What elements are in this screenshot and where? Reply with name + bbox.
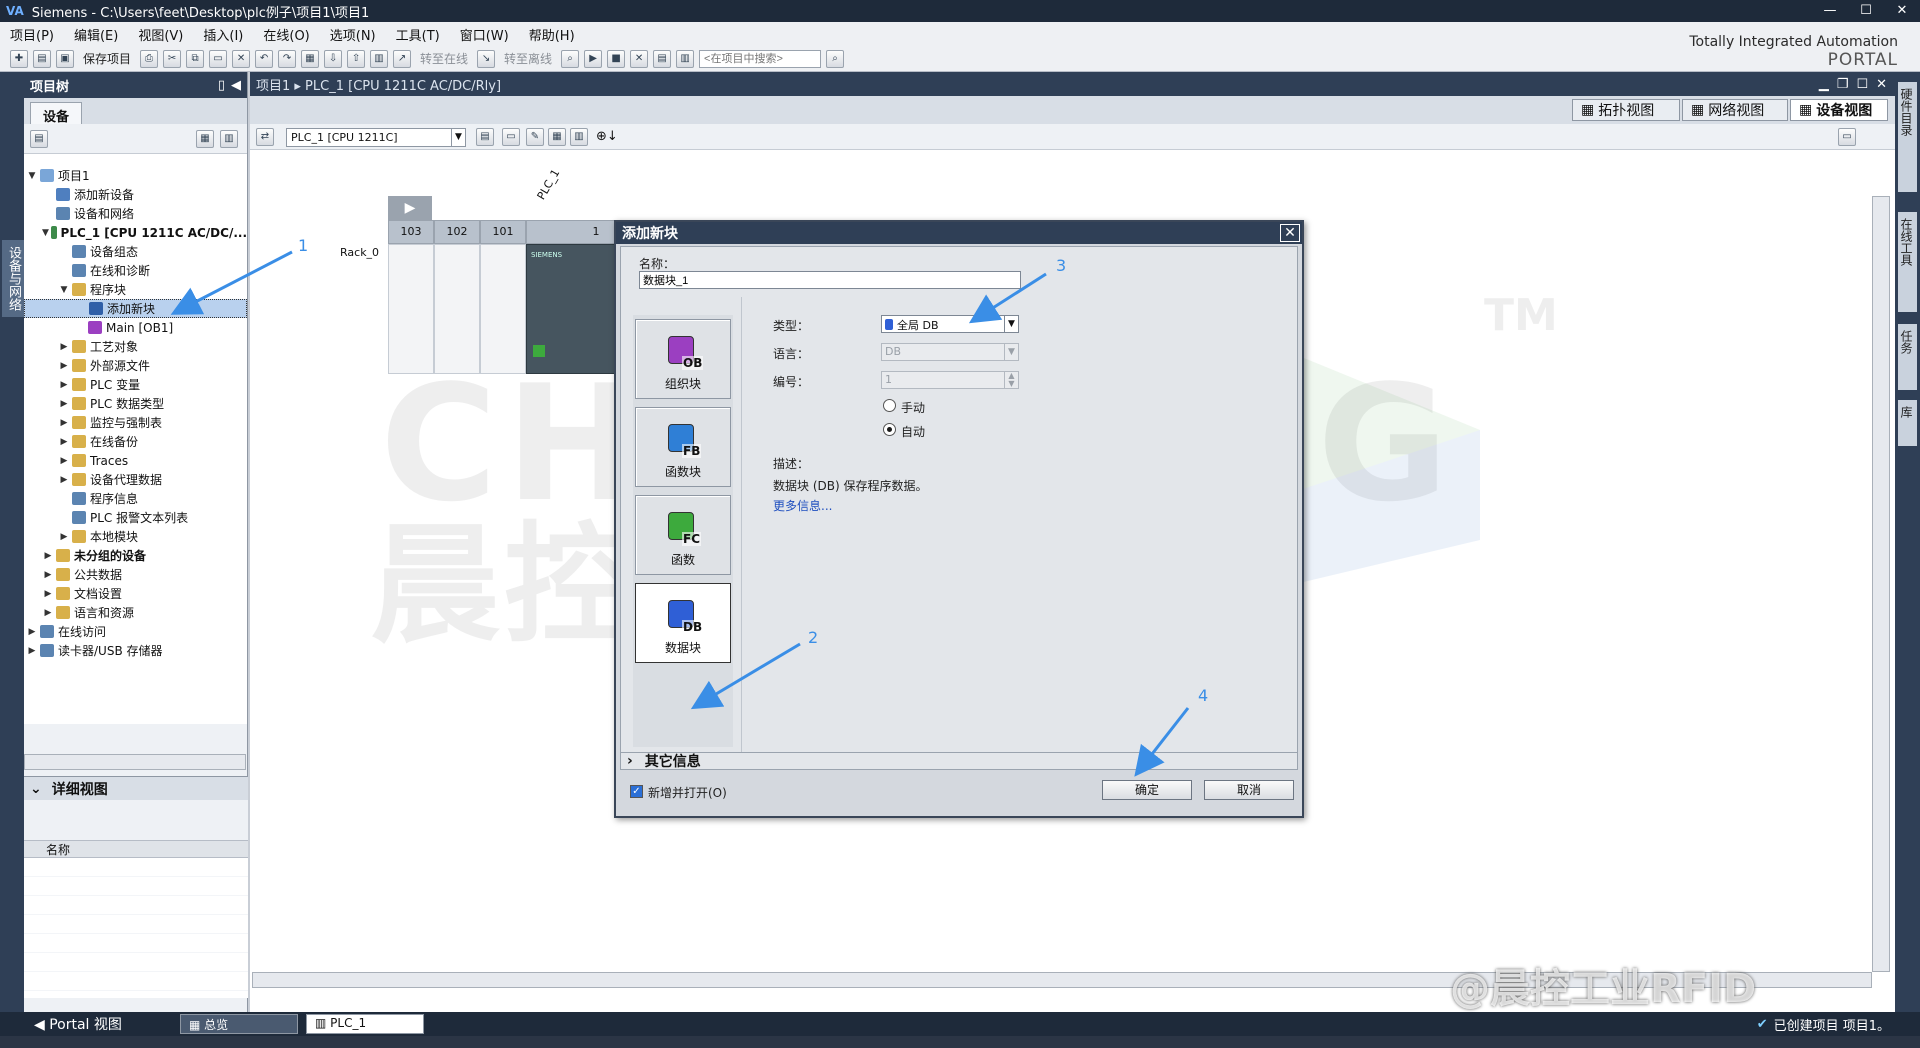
annotation-arrow-1 <box>170 250 293 315</box>
tab-overview[interactable]: ▦ 总览 <box>180 1014 298 1034</box>
annotation-arrow-4 <box>1134 707 1190 777</box>
bottom-strip <box>0 1036 1920 1048</box>
device-icon: ▥ <box>315 1016 331 1030</box>
annotation-label-4: 4 <box>1198 686 1209 705</box>
status-bar: ◀ Portal 视图 ▦ 总览 ▥ PLC_1 ✔ 已创建项目 项目1。 <box>0 1012 1920 1036</box>
portal-view-label: Portal 视图 <box>49 1017 122 1033</box>
tab-plc-label: PLC_1 <box>330 1016 367 1030</box>
corner-watermark: @晨控工业RFID <box>1450 966 1757 1012</box>
tab-plc-1[interactable]: ▥ PLC_1 <box>306 1014 424 1034</box>
portal-view-button[interactable]: ◀ Portal 视图 <box>0 1014 180 1034</box>
annotation-label-2: 2 <box>808 628 819 647</box>
annotation-arrow-2 <box>690 642 801 710</box>
status-message: 已创建项目 项目1。 <box>1773 1018 1890 1034</box>
annotation-label-3: 3 <box>1056 256 1067 275</box>
annotation-label-1: 1 <box>298 236 309 255</box>
annotation-arrow-3 <box>968 272 1047 324</box>
tab-overview-label: 总览 <box>204 1018 229 1032</box>
status-check-icon: ✔ <box>1756 1016 1768 1032</box>
annotation-arrows <box>170 250 1190 777</box>
overview-icon: ▦ <box>189 1018 205 1032</box>
